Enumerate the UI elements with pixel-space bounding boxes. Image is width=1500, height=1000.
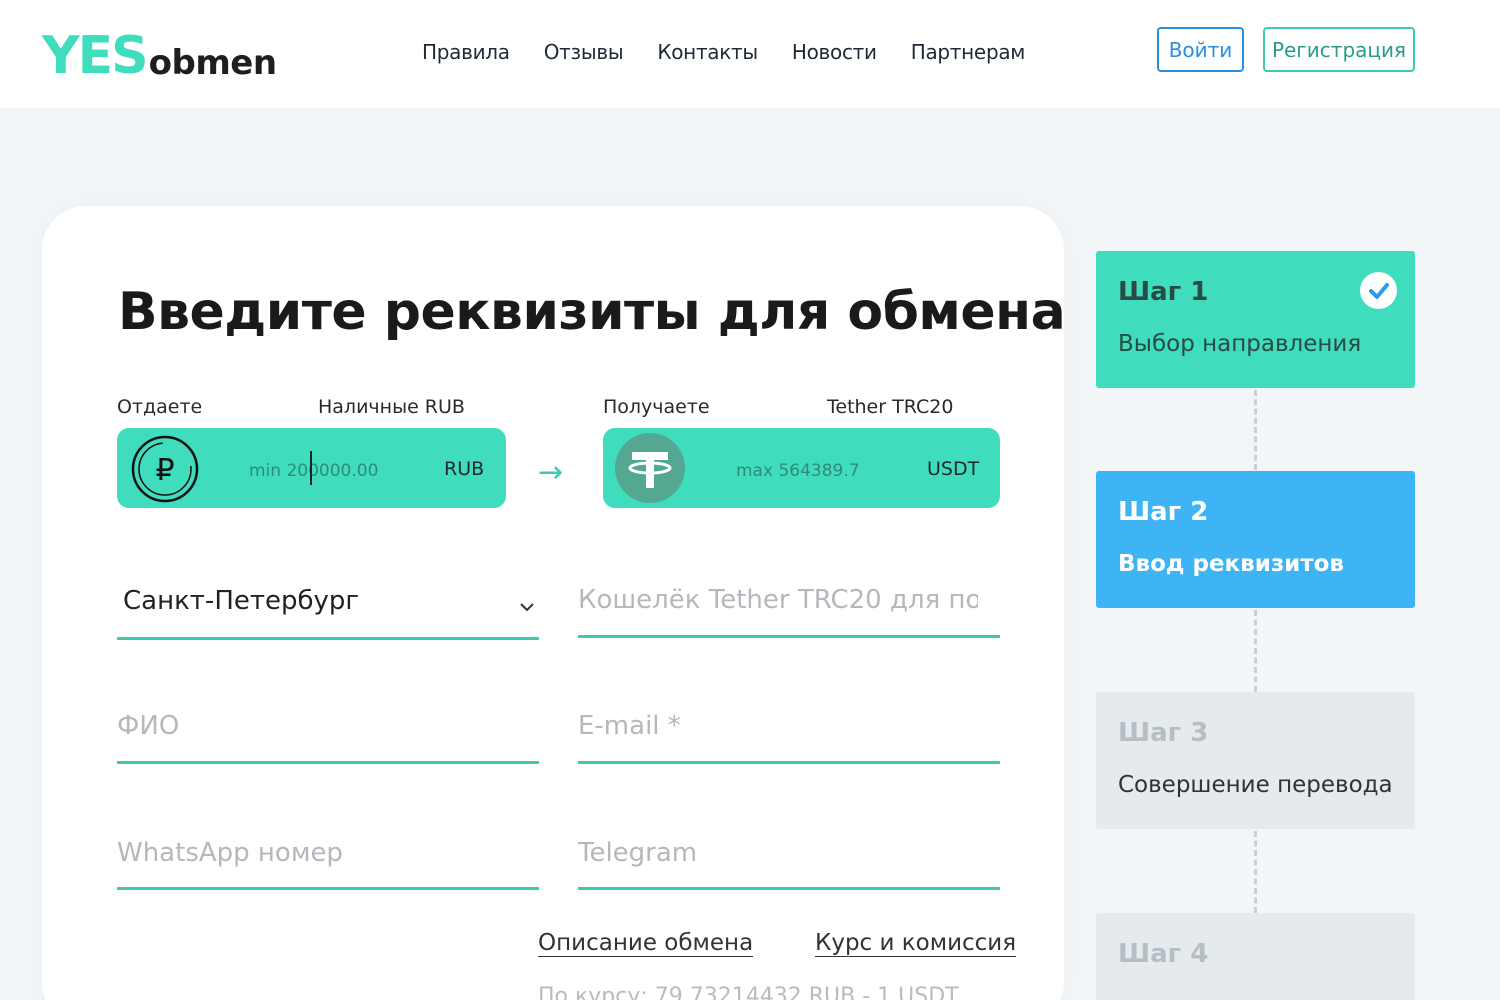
step-subtitle: Совершение перевода — [1118, 772, 1393, 798]
step-3: Шаг 3 Совершение перевода — [1096, 692, 1415, 829]
nav-partners[interactable]: Партнерам — [911, 40, 1026, 64]
city-select[interactable]: Санкт-Петербург — [123, 586, 359, 616]
step-title: Шаг 1 — [1118, 277, 1209, 307]
step-4: Шаг 4 — [1096, 913, 1415, 1000]
step-connector — [1254, 610, 1257, 692]
ruble-icon: ₽ — [130, 434, 200, 508]
give-label: Отдаете — [117, 396, 203, 418]
tether-icon — [615, 433, 685, 507]
step-subtitle: Выбор направления — [1118, 331, 1362, 357]
nav-contacts[interactable]: Контакты — [657, 40, 758, 64]
city-underline — [117, 637, 539, 640]
name-underline — [117, 761, 539, 764]
nav-rules[interactable]: Правила — [422, 40, 510, 64]
whatsapp-input[interactable]: WhatsApp номер — [117, 838, 343, 868]
get-currency-name: Tether TRC20 — [827, 396, 954, 418]
exchange-description-link[interactable]: Описание обмена — [538, 930, 754, 957]
step-title: Шаг 4 — [1118, 939, 1209, 969]
whatsapp-underline — [117, 887, 539, 890]
nav-reviews[interactable]: Отзывы — [544, 40, 624, 64]
rate-commission-link[interactable]: Курс и комиссия — [815, 930, 1017, 957]
page-title: Введите реквизиты для обмена — [118, 282, 1066, 342]
checkmark-icon — [1360, 272, 1397, 309]
get-amount-input[interactable]: max 564389.7 — [736, 461, 860, 481]
telegram-underline — [578, 887, 1000, 890]
step-2: Шаг 2 Ввод реквизитов — [1096, 471, 1415, 608]
chevron-down-icon[interactable] — [518, 598, 536, 617]
get-amount-box[interactable]: max 564389.7 USDT — [603, 428, 1000, 508]
get-currency-code: USDT — [927, 458, 980, 480]
telegram-input[interactable]: Telegram — [578, 838, 697, 868]
logo[interactable]: YES obmen — [42, 22, 277, 82]
wallet-underline — [578, 635, 1000, 638]
step-1: Шаг 1 Выбор направления — [1096, 251, 1415, 388]
name-input[interactable]: ФИО — [117, 711, 179, 741]
email-input[interactable]: E-mail * — [578, 711, 681, 741]
login-button[interactable]: Войти — [1157, 27, 1244, 72]
register-button[interactable]: Регистрация — [1263, 27, 1415, 72]
get-label: Получаете — [603, 396, 710, 418]
rate-text: По курсу: 79.73214432 RUB - 1 USDT — [538, 984, 959, 1000]
step-connector — [1254, 390, 1257, 470]
email-underline — [578, 761, 1000, 764]
wallet-input[interactable]: Кошелёк Tether TRC20 для полу — [578, 585, 978, 615]
give-currency-name: Наличные RUB — [318, 396, 465, 418]
arrow-right-icon: → — [538, 455, 564, 490]
step-connector — [1254, 831, 1257, 913]
nav-news[interactable]: Новости — [792, 40, 877, 64]
svg-text:₽: ₽ — [155, 453, 174, 488]
step-title: Шаг 3 — [1118, 718, 1209, 748]
step-subtitle: Ввод реквизитов — [1118, 551, 1344, 577]
step-title: Шаг 2 — [1118, 497, 1209, 527]
logo-obmen: obmen — [148, 43, 277, 83]
header: YES obmen Правила Отзывы Контакты Новост… — [0, 0, 1500, 108]
text-cursor — [310, 451, 312, 485]
give-amount-input[interactable]: min 200000.00 — [249, 461, 378, 481]
main-nav: Правила Отзывы Контакты Новости Партнера… — [422, 40, 1025, 64]
logo-yes: YES — [42, 26, 149, 86]
give-currency-code: RUB — [444, 458, 485, 480]
